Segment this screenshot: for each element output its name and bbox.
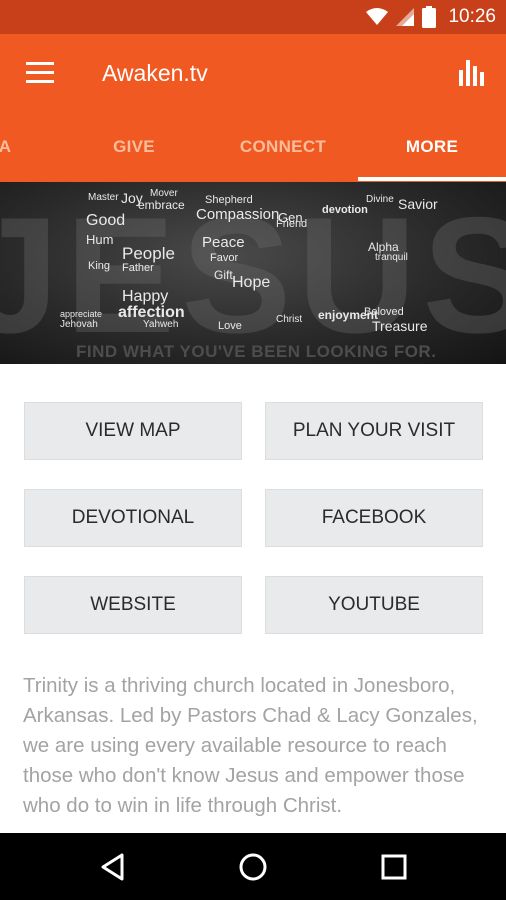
banner-word: appreciate (60, 309, 103, 319)
devotional-button[interactable]: DEVOTIONAL (24, 489, 242, 547)
banner-tagline: FIND WHAT YOU'VE BEEN LOOKING FOR. (76, 342, 437, 361)
banner-word: Gen (278, 210, 303, 225)
youtube-button[interactable]: YOUTUBE (265, 576, 483, 634)
facebook-button[interactable]: FACEBOOK (265, 489, 483, 547)
system-nav-bar (0, 833, 506, 900)
banner-word: devotion (322, 204, 368, 216)
banner-word: Shepherd (205, 194, 253, 206)
church-description: Trinity is a thriving church located in … (23, 674, 478, 817)
tab-more[interactable]: MORE (358, 114, 506, 182)
cell-signal-icon (396, 8, 415, 26)
banner-word: Compassion (196, 206, 280, 223)
banner-word-cloud: Master Good Hum King Joy embrace Mover P… (0, 182, 506, 364)
banner-word: Hope (232, 274, 271, 291)
view-map-button[interactable]: VIEW MAP (24, 402, 242, 460)
banner-word: tranquil (375, 252, 408, 263)
banner-word: Hum (86, 232, 114, 247)
tab-connect[interactable]: CONNECT (208, 114, 358, 182)
banner-word: Father (122, 262, 154, 274)
banner-word: Master (88, 192, 119, 203)
banner-word: Beloved (364, 306, 404, 318)
tab-bar: A GIVE CONNECT MORE (0, 114, 506, 182)
banner-word: Christ (276, 314, 303, 325)
plan-your-visit-button[interactable]: PLAN YOUR VISIT (265, 402, 483, 460)
bar-chart-icon[interactable] (458, 58, 488, 88)
banner-word: Love (218, 320, 242, 332)
banner-word: Favor (210, 252, 239, 264)
website-button[interactable]: WEBSITE (24, 576, 242, 634)
banner-word: Jehovah (60, 319, 98, 330)
banner-image: JESUS Master Good Hum King Joy embrace M… (0, 182, 506, 364)
banner-word: People (122, 244, 175, 263)
battery-icon (422, 6, 437, 28)
hamburger-menu-icon[interactable] (26, 62, 54, 84)
app-title: Awaken.tv (102, 60, 208, 86)
app-bar: Awaken.tv (0, 34, 506, 114)
banner-word: Gift (214, 268, 233, 282)
tab-partial[interactable]: A (0, 114, 16, 182)
back-icon[interactable] (98, 851, 130, 883)
banner-word: Peace (202, 234, 245, 251)
banner-word: Yahweh (143, 319, 179, 330)
status-time: 10:26 (448, 6, 496, 27)
wifi-icon (366, 8, 389, 25)
banner-word: Good (86, 212, 126, 229)
recents-icon[interactable] (378, 851, 410, 883)
banner-word: King (88, 260, 111, 272)
banner-word: embrace (138, 198, 185, 212)
home-icon[interactable] (237, 851, 269, 883)
banner-word: Savior (398, 196, 438, 212)
banner-word: Treasure (372, 318, 428, 334)
status-bar: 10:26 (0, 0, 506, 34)
banner-word: Divine (366, 194, 394, 205)
status-icons: 10:26 (366, 0, 496, 34)
banner-word: Mover (150, 188, 178, 199)
tab-give[interactable]: GIVE (60, 114, 208, 182)
active-tab-indicator (358, 177, 506, 181)
